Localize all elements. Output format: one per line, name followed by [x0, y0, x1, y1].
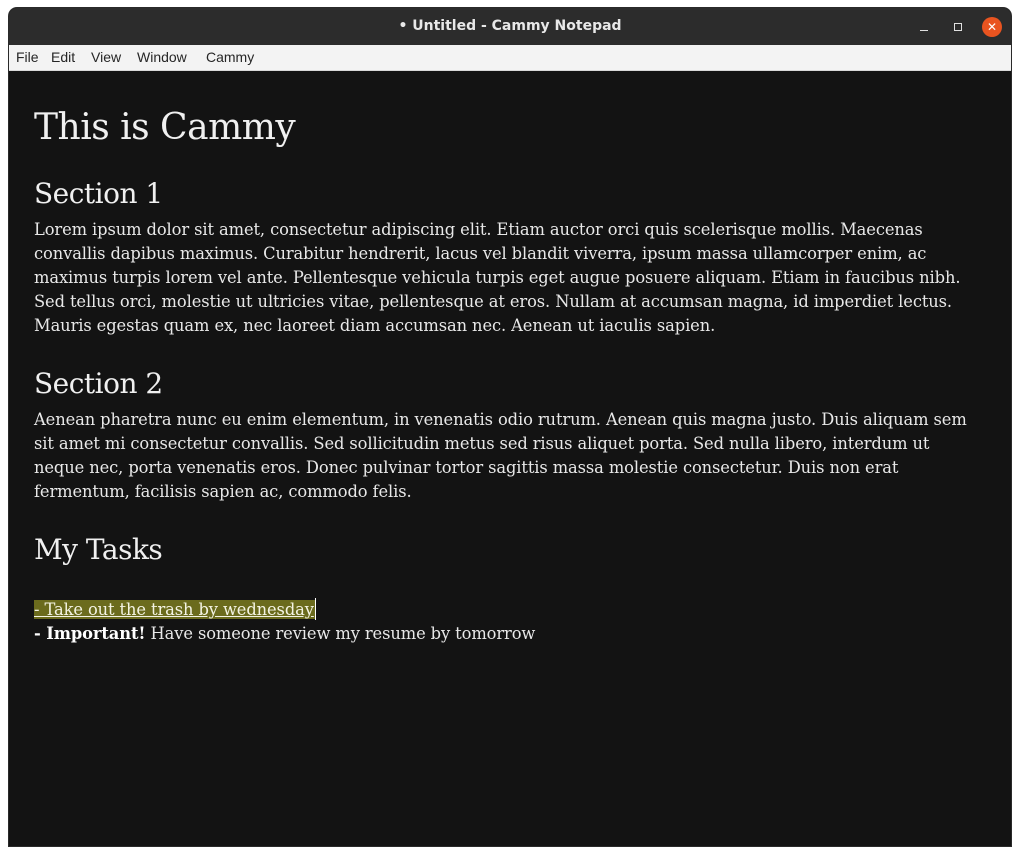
menu-edit[interactable]: Edit	[51, 45, 75, 70]
document-title: This is Cammy	[34, 107, 296, 148]
window-title: • Untitled - Cammy Notepad	[398, 18, 622, 34]
minimize-icon[interactable]	[914, 17, 934, 37]
section-2-heading: Section 2	[34, 367, 163, 400]
selected-task-text[interactable]: - Take out the trash by wednesday	[34, 600, 315, 619]
tasks-heading: My Tasks	[34, 533, 163, 566]
app-window: • Untitled - Cammy Notepad ✕ File Edit V…	[9, 8, 1011, 846]
menu-bar: File Edit View Window Cammy	[9, 45, 1011, 71]
title-bar[interactable]: • Untitled - Cammy Notepad ✕	[9, 8, 1011, 45]
task-item: - Important! Have someone review my resu…	[34, 622, 535, 646]
section-1-heading: Section 1	[34, 177, 163, 210]
menu-file[interactable]: File	[16, 45, 39, 70]
menu-window[interactable]: Window	[137, 45, 187, 70]
menu-cammy[interactable]: Cammy	[206, 45, 254, 70]
close-icon[interactable]: ✕	[982, 17, 1002, 37]
section-1-body: Lorem ipsum dolor sit amet, consectetur …	[34, 220, 961, 335]
section-2-body: Aenean pharetra nunc eu enim elementum, …	[34, 410, 967, 501]
menu-view[interactable]: View	[91, 45, 121, 70]
task-text: Have someone review my resume by tomorro…	[145, 624, 536, 643]
maximize-icon[interactable]	[948, 17, 968, 37]
important-label: - Important!	[34, 624, 146, 643]
task-item: - Take out the trash by wednesday	[34, 598, 316, 622]
text-cursor	[314, 598, 316, 620]
